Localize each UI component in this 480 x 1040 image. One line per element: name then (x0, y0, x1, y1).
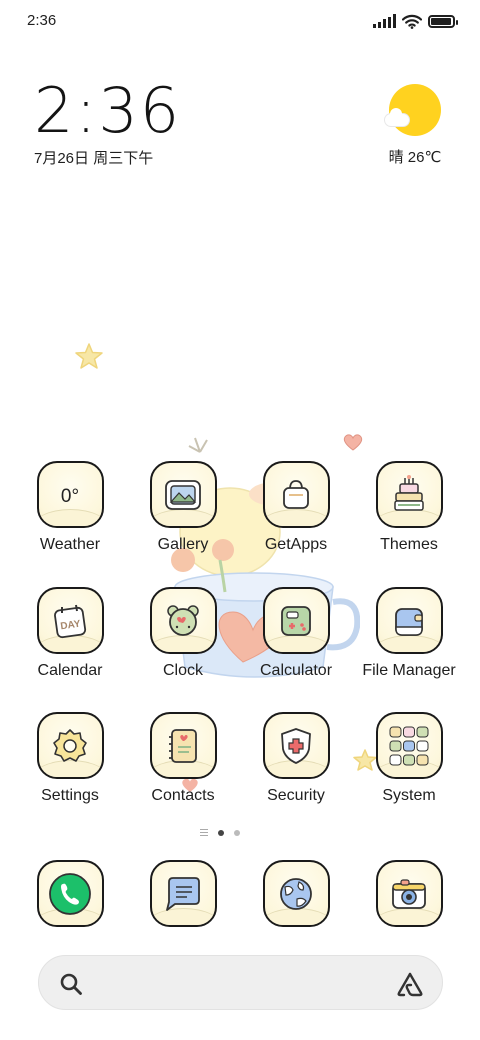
battery-icon (428, 14, 458, 28)
status-time: 2:36 (27, 12, 57, 29)
app-settings[interactable]: Settings (15, 712, 125, 805)
app-label: Weather (39, 536, 101, 553)
sun-cloud-icon (385, 84, 441, 136)
menu-lines-icon (200, 829, 208, 836)
wifi-icon (402, 14, 422, 29)
folder-icon (375, 587, 443, 654)
page-dot-active (218, 829, 224, 836)
shopping-bag-icon (262, 461, 330, 528)
assistant-icon[interactable] (396, 971, 424, 997)
clock-date: 7月26日 周三下午 (34, 150, 154, 167)
dock-phone[interactable] (15, 860, 125, 927)
app-getapps[interactable]: GetApps (241, 461, 351, 554)
app-calendar[interactable]: DAY Calendar (15, 587, 125, 680)
app-themes[interactable]: Themes (354, 461, 464, 554)
phone-icon (36, 860, 104, 927)
status-icons (373, 13, 458, 29)
app-weather[interactable]: 0° Weather (15, 461, 125, 554)
app-contacts[interactable]: Contacts (128, 712, 238, 805)
app-label: Calculator (259, 662, 333, 679)
camera-icon (375, 860, 443, 927)
search-icon[interactable] (59, 972, 83, 996)
app-label: GetApps (264, 536, 328, 553)
folder-grid-icon (375, 712, 443, 779)
dock-messages[interactable] (128, 860, 238, 927)
gallery-icon (149, 461, 217, 528)
app-label: Security (267, 787, 325, 804)
weather-icon: 0° (36, 461, 104, 528)
app-calculator[interactable]: Calculator (241, 587, 351, 680)
page-dot (234, 829, 240, 836)
alarm-clock-icon (149, 587, 217, 654)
gear-icon (36, 712, 104, 779)
calculator-icon (262, 587, 330, 654)
clock-time: 2:36 (34, 74, 182, 147)
app-label: Calendar (37, 662, 103, 679)
app-system-folder[interactable]: System (354, 712, 464, 805)
app-label: Clock (162, 662, 203, 679)
weather-text: 晴 26℃ (388, 149, 442, 166)
app-label: Themes (380, 536, 438, 553)
app-clock[interactable]: Clock (128, 587, 238, 680)
search-bar[interactable] (38, 955, 443, 1010)
star-doodle (75, 343, 103, 369)
app-gallery[interactable]: Gallery (128, 461, 238, 554)
app-file-manager[interactable]: File Manager (354, 587, 464, 680)
calendar-icon: DAY (36, 587, 104, 654)
app-label: File Manager (362, 662, 456, 679)
app-label: Settings (41, 787, 99, 804)
cake-icon (375, 461, 443, 528)
clock-widget[interactable]: 2:36 7月26日 周三下午 (34, 80, 181, 168)
notebook-icon (149, 712, 217, 779)
app-label: System (382, 787, 436, 804)
page-indicator[interactable] (200, 829, 240, 836)
search-input[interactable] (99, 966, 379, 1000)
weather-widget[interactable]: 晴 26℃ (380, 84, 450, 167)
app-label: Contacts (151, 787, 215, 804)
message-icon (149, 860, 217, 927)
svg-text:0°: 0° (61, 486, 79, 507)
dock-camera[interactable] (354, 860, 464, 927)
shield-icon (262, 712, 330, 779)
dock-browser[interactable] (241, 860, 351, 927)
status-bar: 2:36 (0, 0, 480, 42)
signal-icon (373, 14, 396, 28)
app-label: Gallery (157, 536, 209, 553)
browser-icon (262, 860, 330, 927)
app-security[interactable]: Security (241, 712, 351, 805)
